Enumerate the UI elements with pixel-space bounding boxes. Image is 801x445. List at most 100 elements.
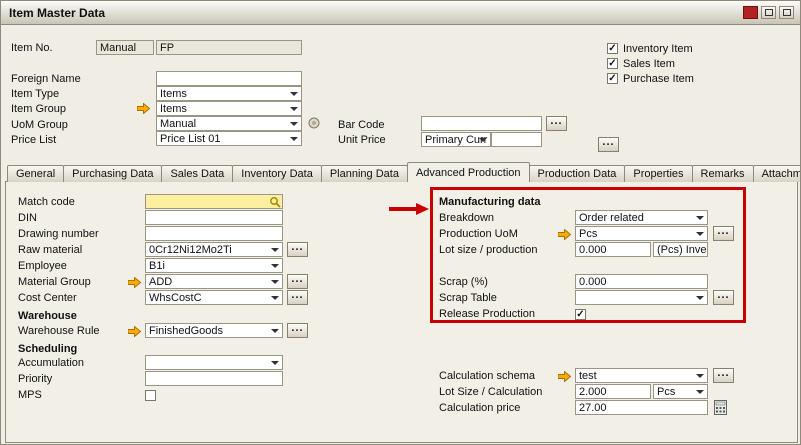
calculation-price-input[interactable]: 27.00 bbox=[575, 400, 708, 415]
warehouse-rule-browse-button[interactable]: ... bbox=[287, 323, 308, 338]
production-uom-select[interactable]: Pcs bbox=[575, 226, 708, 241]
lot-size-calculation-input[interactable]: 2.000 bbox=[575, 384, 651, 399]
item-group-link-arrow-icon[interactable] bbox=[137, 103, 150, 114]
scrap-table-select[interactable] bbox=[575, 290, 708, 305]
match-code-label: Match code bbox=[18, 196, 75, 209]
calculator-icon[interactable] bbox=[714, 400, 727, 418]
tab-content: Match code DIN Drawing number Raw materi… bbox=[5, 181, 798, 443]
mps-checkbox[interactable] bbox=[145, 390, 156, 401]
tab-production-data[interactable]: Production Data bbox=[529, 165, 626, 182]
annotation-arrow bbox=[388, 201, 430, 220]
tab-purchasing-data[interactable]: Purchasing Data bbox=[63, 165, 162, 182]
window-controls bbox=[743, 6, 794, 19]
release-production-label: Release Production bbox=[439, 308, 535, 321]
tab-inventory-data[interactable]: Inventory Data bbox=[232, 165, 322, 182]
cost-center-browse-button[interactable]: ... bbox=[287, 290, 308, 305]
inventory-item-label: Inventory Item bbox=[623, 43, 693, 56]
din-input[interactable] bbox=[145, 210, 283, 225]
drawing-number-input[interactable] bbox=[145, 226, 283, 241]
barcode-browse-button[interactable]: ... bbox=[546, 116, 567, 131]
priority-label: Priority bbox=[18, 373, 52, 386]
item-type-select[interactable]: Items bbox=[156, 86, 302, 101]
production-uom-browse-button[interactable]: ... bbox=[713, 226, 734, 241]
item-group-select[interactable]: Items bbox=[156, 101, 302, 116]
breakdown-select[interactable]: Order related bbox=[575, 210, 708, 225]
raw-material-browse-button[interactable]: ... bbox=[287, 242, 308, 257]
cost-center-select[interactable]: WhsCostC bbox=[145, 290, 283, 305]
barcode-input[interactable] bbox=[421, 116, 542, 131]
circle-icon[interactable] bbox=[308, 117, 320, 132]
tab-planning-data[interactable]: Planning Data bbox=[321, 165, 408, 182]
maximize-icon bbox=[783, 9, 791, 16]
item-no-field[interactable]: FP bbox=[156, 40, 302, 55]
calculation-schema-value: test bbox=[579, 370, 597, 382]
material-group-browse-button[interactable]: ... bbox=[287, 274, 308, 289]
scrap-table-browse-button[interactable]: ... bbox=[713, 290, 734, 305]
sales-item-checkbox[interactable] bbox=[607, 58, 618, 69]
match-code-input[interactable] bbox=[145, 194, 283, 209]
tab-advanced-production[interactable]: Advanced Production bbox=[407, 162, 530, 182]
unit-price-label: Unit Price bbox=[338, 134, 386, 147]
scrap-table-label: Scrap Table bbox=[439, 292, 497, 305]
accumulation-select[interactable] bbox=[145, 355, 283, 370]
tab-sales-data[interactable]: Sales Data bbox=[161, 165, 233, 182]
search-icon[interactable] bbox=[269, 196, 281, 209]
minimize-button[interactable] bbox=[761, 6, 776, 19]
tab-properties[interactable]: Properties bbox=[624, 165, 692, 182]
item-type-value: Items bbox=[160, 88, 187, 100]
warehouse-rule-select[interactable]: FinishedGoods bbox=[145, 323, 283, 338]
calculation-schema-link-arrow-icon[interactable] bbox=[558, 371, 571, 382]
price-list-select[interactable]: Price List 01 bbox=[156, 131, 302, 146]
dropdown-arrow-icon bbox=[271, 280, 279, 284]
tab-bar: General Purchasing Data Sales Data Inven… bbox=[7, 162, 800, 182]
dropdown-arrow-icon bbox=[290, 92, 298, 96]
release-production-checkbox[interactable] bbox=[575, 309, 586, 320]
unit-price-currency-value: Primary Curr bbox=[425, 134, 487, 146]
item-no-label: Item No. bbox=[11, 42, 53, 55]
uom-group-select[interactable]: Manual bbox=[156, 116, 302, 131]
purchase-item-checkbox[interactable] bbox=[607, 73, 618, 84]
breakdown-label: Breakdown bbox=[439, 212, 494, 225]
lot-size-calculation-uom-select[interactable]: Pcs bbox=[653, 384, 708, 399]
dropdown-arrow-icon bbox=[271, 361, 279, 365]
material-group-link-arrow-icon[interactable] bbox=[128, 277, 141, 288]
raw-material-select[interactable]: 0Cr12Ni12Mo2Ti bbox=[145, 242, 283, 257]
item-master-data-window: Item Master Data Item No. Manual FP Fore… bbox=[0, 0, 801, 445]
calculation-schema-browse-button[interactable]: ... bbox=[713, 368, 734, 383]
priority-input[interactable] bbox=[145, 371, 283, 386]
unit-price-input[interactable] bbox=[491, 132, 542, 147]
foreign-name-input[interactable] bbox=[156, 71, 302, 86]
unit-price-currency-select[interactable]: Primary Curr bbox=[421, 132, 491, 147]
employee-select[interactable]: B1i bbox=[145, 258, 283, 273]
title-bar[interactable]: Item Master Data bbox=[1, 1, 800, 25]
maximize-button[interactable] bbox=[779, 6, 794, 19]
production-uom-value: Pcs bbox=[579, 228, 597, 240]
uom-group-value: Manual bbox=[160, 118, 196, 130]
calculation-schema-select[interactable]: test bbox=[575, 368, 708, 383]
scrap-percent-input[interactable]: 0.000 bbox=[575, 274, 708, 289]
foreign-name-label: Foreign Name bbox=[11, 73, 81, 86]
tab-general[interactable]: General bbox=[7, 165, 64, 182]
cost-center-label: Cost Center bbox=[18, 292, 77, 305]
warehouse-rule-link-arrow-icon[interactable] bbox=[128, 326, 141, 337]
accumulation-label: Accumulation bbox=[18, 357, 84, 370]
lot-size-production-input[interactable]: 0.000 bbox=[575, 242, 651, 257]
unit-price-browse-button[interactable]: ... bbox=[598, 137, 619, 152]
inventory-item-checkbox[interactable] bbox=[607, 43, 618, 54]
calculation-price-label: Calculation price bbox=[439, 402, 520, 415]
warehouse-rule-value: FinishedGoods bbox=[149, 325, 223, 337]
dropdown-arrow-icon bbox=[271, 329, 279, 333]
dropdown-arrow-icon bbox=[696, 296, 704, 300]
material-group-select[interactable]: ADD bbox=[145, 274, 283, 289]
bar-code-label: Bar Code bbox=[338, 119, 384, 132]
din-label: DIN bbox=[18, 212, 37, 225]
item-series-select[interactable]: Manual bbox=[96, 40, 154, 55]
production-uom-link-arrow-icon[interactable] bbox=[558, 229, 571, 240]
tab-attachments[interactable]: Attachments bbox=[753, 165, 801, 182]
close-button[interactable] bbox=[743, 6, 758, 19]
material-group-label: Material Group bbox=[18, 276, 91, 289]
tab-remarks[interactable]: Remarks bbox=[692, 165, 754, 182]
warehouse-heading: Warehouse bbox=[18, 310, 77, 323]
drawing-number-label: Drawing number bbox=[18, 228, 99, 241]
scheduling-heading: Scheduling bbox=[18, 343, 77, 356]
